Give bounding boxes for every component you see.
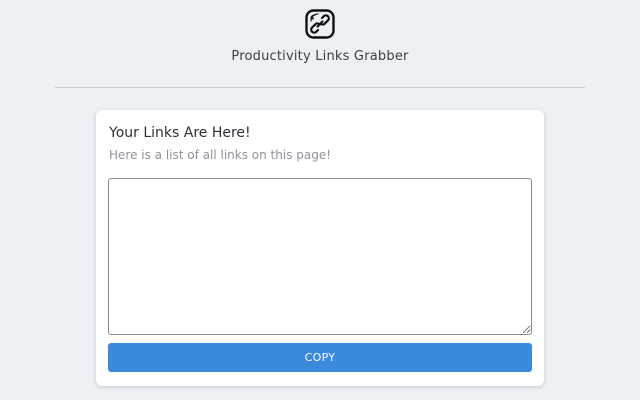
header-divider bbox=[55, 87, 585, 88]
links-textarea[interactable] bbox=[108, 178, 532, 335]
copy-button[interactable]: COPY bbox=[108, 343, 532, 372]
header: Productivity Links Grabber bbox=[0, 0, 640, 88]
links-card: Your Links Are Here! Here is a list of a… bbox=[96, 110, 544, 386]
app-title: Productivity Links Grabber bbox=[231, 49, 409, 64]
card-subtitle: Here is a list of all links on this page… bbox=[109, 148, 332, 162]
chain-link-icon bbox=[305, 9, 335, 39]
card-title: Your Links Are Here! bbox=[109, 125, 251, 141]
